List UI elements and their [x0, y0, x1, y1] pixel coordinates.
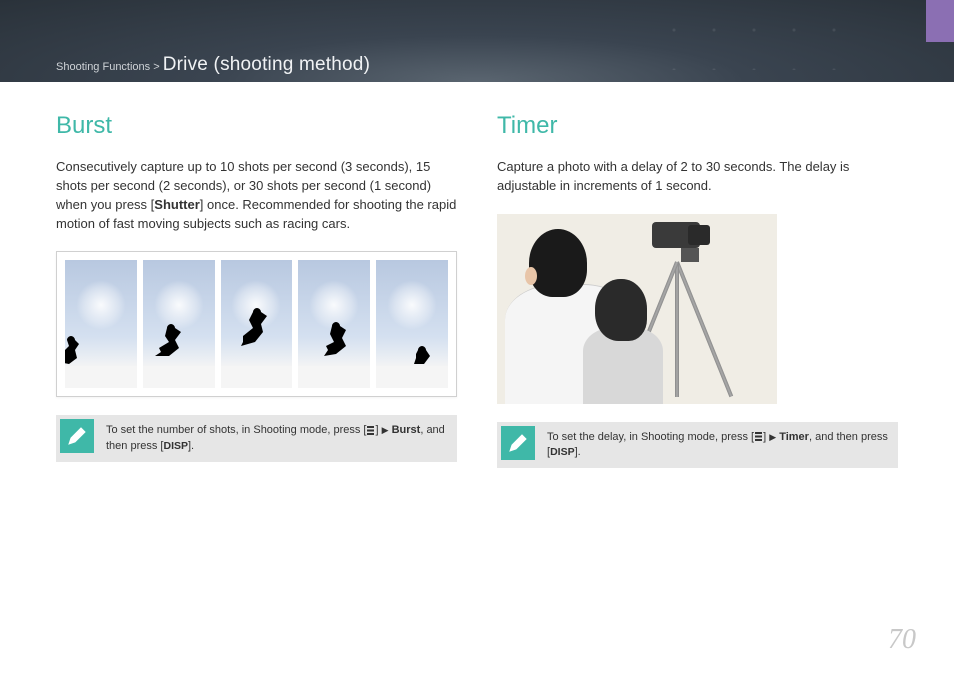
timer-tip-text: To set the delay, in Shooting mode, pres… — [547, 422, 898, 469]
burst-tip-text: To set the number of shots, in Shooting … — [106, 415, 457, 462]
breadcrumb-parent: Shooting Functions — [56, 61, 150, 73]
burst-frame-2 — [143, 260, 215, 388]
burst-frame-4 — [298, 260, 370, 388]
woman-figure — [583, 279, 668, 404]
burst-title: Burst — [56, 112, 457, 140]
pencil-icon — [60, 419, 94, 453]
content-area: Burst Consecutively capture up to 10 sho… — [0, 82, 954, 468]
breadcrumb-title: Drive (shooting method) — [163, 54, 370, 75]
burst-illustration — [56, 251, 457, 397]
burst-description: Consecutively capture up to 10 shots per… — [56, 158, 457, 233]
burst-frame-3 — [221, 260, 293, 388]
burst-tip: To set the number of shots, in Shooting … — [56, 415, 457, 462]
timer-tip: To set the delay, in Shooting mode, pres… — [497, 422, 898, 469]
timer-column: Timer Capture a photo with a delay of 2 … — [497, 112, 898, 468]
timer-title: Timer — [497, 112, 898, 140]
menu-icon — [754, 431, 763, 442]
burst-frame-1 — [65, 260, 137, 388]
timer-illustration — [497, 214, 777, 404]
camera — [652, 222, 700, 248]
timer-description: Capture a photo with a delay of 2 to 30 … — [497, 158, 898, 196]
page-header: Shooting Functions > Drive (shooting met… — [0, 0, 954, 82]
breadcrumb-separator: > — [153, 61, 159, 73]
breadcrumb: Shooting Functions > Drive (shooting met… — [56, 54, 370, 76]
page-number: 70 — [888, 624, 916, 656]
burst-column: Burst Consecutively capture up to 10 sho… — [56, 112, 457, 468]
sidebar-tab — [926, 0, 954, 42]
burst-frame-5 — [376, 260, 448, 388]
pencil-icon — [501, 426, 535, 460]
